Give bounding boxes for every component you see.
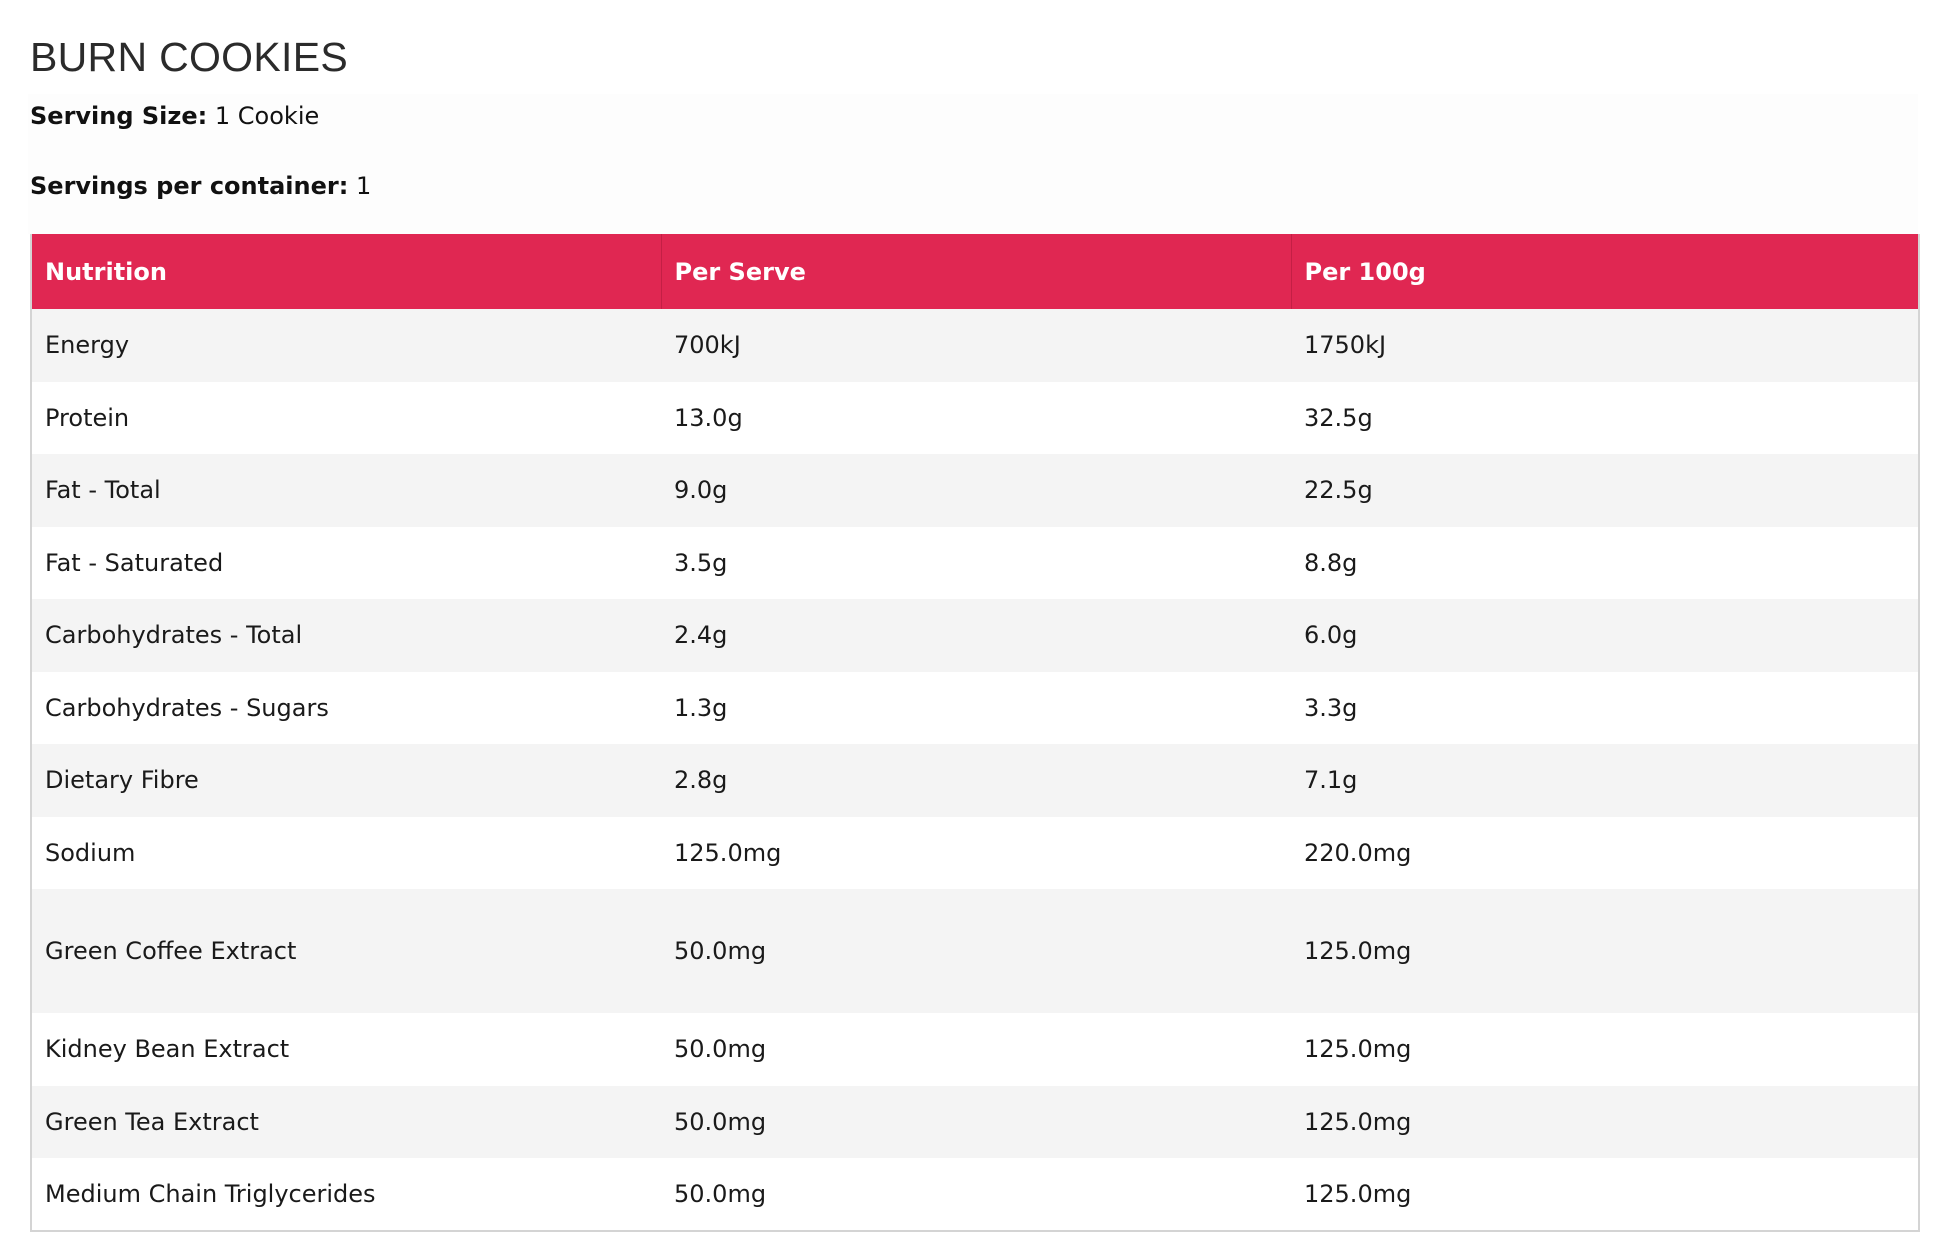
nutrient-name: Fat - Saturated xyxy=(31,526,661,599)
per-100g-value: 1750kJ xyxy=(1291,309,1919,382)
per-serve-value: 50.0mg xyxy=(661,1013,1291,1086)
nutrient-name: Fat - Total xyxy=(31,454,661,527)
table-row: Green Coffee Extract 50.0mg 125.0mg xyxy=(31,889,1919,1013)
table-row: Kidney Bean Extract 50.0mg 125.0mg xyxy=(31,1013,1919,1086)
table-row: Carbohydrates - Total 2.4g 6.0g xyxy=(31,599,1919,672)
nutrient-name: Protein xyxy=(31,381,661,454)
header-per-serve: Per Serve xyxy=(661,234,1292,309)
per-serve-value: 9.0g xyxy=(661,454,1291,527)
nutrient-name: Medium Chain Triglycerides xyxy=(31,1158,661,1231)
table-row: Fat - Saturated 3.5g 8.8g xyxy=(31,526,1919,599)
page-title: BURN COOKIES xyxy=(30,34,348,80)
per-serve-value: 13.0g xyxy=(661,381,1291,454)
table-row: Fat - Total 9.0g 22.5g xyxy=(31,454,1919,527)
per-serve-value: 1.3g xyxy=(661,671,1291,744)
per-serve-value: 2.8g xyxy=(661,744,1291,817)
per-100g-value: 125.0mg xyxy=(1291,889,1919,1013)
per-serve-value: 50.0mg xyxy=(661,1158,1291,1231)
table-row: Energy 700kJ 1750kJ xyxy=(31,309,1919,382)
serving-info: Serving Size: 1 Cookie Servings per cont… xyxy=(28,94,1918,234)
servings-per-container-value: 1 xyxy=(355,172,372,200)
nutrient-name: Kidney Bean Extract xyxy=(31,1013,661,1086)
serving-size-label: Serving Size: xyxy=(30,102,208,130)
per-100g-value: 32.5g xyxy=(1291,381,1919,454)
per-serve-value: 125.0mg xyxy=(661,816,1291,889)
serving-size-value: 1 Cookie xyxy=(214,102,320,130)
servings-per-container: Servings per container: 1 xyxy=(30,172,371,200)
table-row: Sodium 125.0mg 220.0mg xyxy=(31,816,1919,889)
nutrient-name: Energy xyxy=(31,309,661,382)
nutrient-name: Green Tea Extract xyxy=(31,1085,661,1158)
per-serve-value: 3.5g xyxy=(661,526,1291,599)
nutrient-name: Sodium xyxy=(31,816,661,889)
header-nutrition: Nutrition xyxy=(31,234,662,309)
table-row: Dietary Fibre 2.8g 7.1g xyxy=(31,744,1919,817)
serving-size: Serving Size: 1 Cookie xyxy=(30,102,319,130)
nutrient-name: Carbohydrates - Sugars xyxy=(31,671,661,744)
per-100g-value: 22.5g xyxy=(1291,454,1919,527)
table-row: Medium Chain Triglycerides 50.0mg 125.0m… xyxy=(31,1158,1919,1231)
per-serve-value: 2.4g xyxy=(661,599,1291,672)
per-100g-value: 6.0g xyxy=(1291,599,1919,672)
servings-per-container-label: Servings per container: xyxy=(30,172,349,200)
table-header-row: Nutrition Per Serve Per 100g xyxy=(31,234,1919,309)
per-100g-value: 7.1g xyxy=(1291,744,1919,817)
per-100g-value: 125.0mg xyxy=(1291,1013,1919,1086)
header-per-100g: Per 100g xyxy=(1291,234,1919,309)
per-100g-value: 125.0mg xyxy=(1291,1085,1919,1158)
per-serve-value: 50.0mg xyxy=(661,889,1291,1013)
table-row: Green Tea Extract 50.0mg 125.0mg xyxy=(31,1085,1919,1158)
per-100g-value: 8.8g xyxy=(1291,526,1919,599)
per-serve-value: 50.0mg xyxy=(661,1085,1291,1158)
table-row: Protein 13.0g 32.5g xyxy=(31,381,1919,454)
nutrient-name: Carbohydrates - Total xyxy=(31,599,661,672)
per-100g-value: 220.0mg xyxy=(1291,816,1919,889)
table-row: Carbohydrates - Sugars 1.3g 3.3g xyxy=(31,671,1919,744)
per-serve-value: 700kJ xyxy=(661,309,1291,382)
nutrition-table: Nutrition Per Serve Per 100g Energy 700k… xyxy=(30,234,1920,1232)
per-100g-value: 3.3g xyxy=(1291,671,1919,744)
per-100g-value: 125.0mg xyxy=(1291,1158,1919,1231)
nutrient-name: Dietary Fibre xyxy=(31,744,661,817)
nutrient-name: Green Coffee Extract xyxy=(31,889,661,1013)
